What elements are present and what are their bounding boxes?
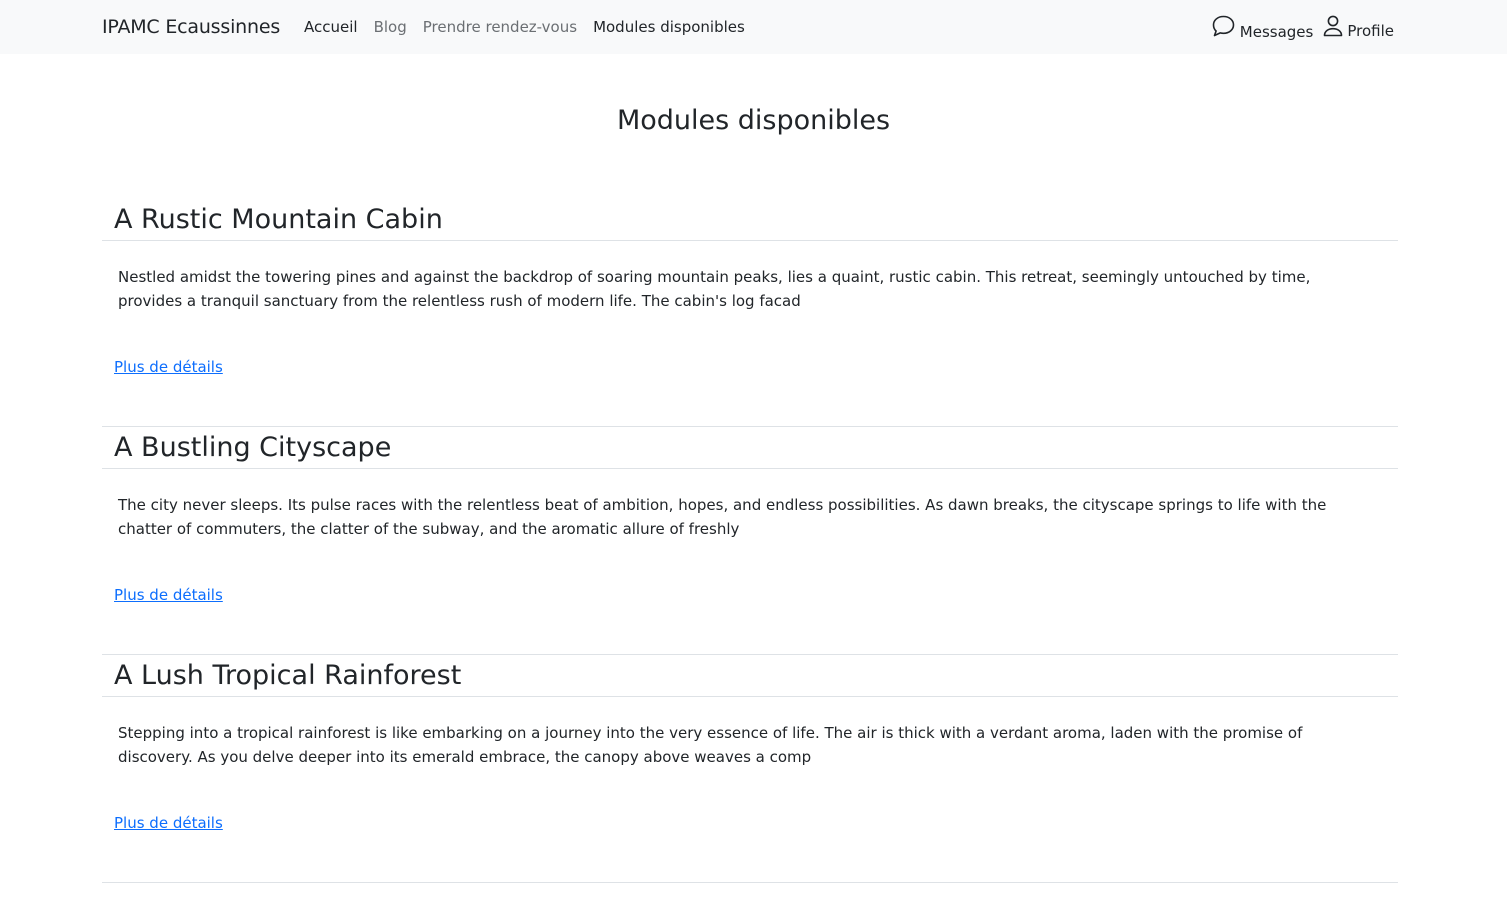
nav-link-blog[interactable]: Blog — [374, 18, 407, 36]
module-title: A Lush Tropical Rainforest — [102, 655, 1398, 697]
module-title: A Bustling Cityscape — [102, 427, 1398, 469]
module-description: The city never sleeps. Its pulse races w… — [118, 496, 1327, 538]
modules-list: A Rustic Mountain Cabin Nestled amidst t… — [102, 199, 1398, 883]
module-description: Nestled amidst the towering pines and ag… — [118, 268, 1311, 310]
module-card: A Bustling Cityscape The city never slee… — [102, 427, 1398, 655]
nav-links: Accueil Blog Prendre rendez-vous Modules… — [304, 18, 745, 36]
module-card: A Lush Tropical Rainforest Stepping into… — [102, 655, 1398, 883]
top-navbar: IPAMC Ecaussinnes Accueil Blog Prendre r… — [0, 0, 1507, 54]
module-card: A Rustic Mountain Cabin Nestled amidst t… — [102, 199, 1398, 427]
nav-link-accueil[interactable]: Accueil — [304, 18, 358, 36]
profile-link[interactable]: Profile — [1323, 15, 1394, 40]
nav-link-modules[interactable]: Modules disponibles — [593, 18, 745, 36]
profile-label: Profile — [1347, 22, 1394, 40]
navbar-brand[interactable]: IPAMC Ecaussinnes — [102, 16, 280, 38]
details-link[interactable]: Plus de détails — [114, 586, 223, 604]
details-link[interactable]: Plus de détails — [114, 358, 223, 376]
messages-link[interactable]: Messages — [1211, 14, 1314, 41]
chat-bubble-icon — [1211, 14, 1236, 38]
nav-link-rendez-vous[interactable]: Prendre rendez-vous — [423, 18, 577, 36]
module-description: Stepping into a tropical rainforest is l… — [118, 724, 1303, 766]
details-link[interactable]: Plus de détails — [114, 814, 223, 832]
messages-label: Messages — [1239, 23, 1314, 41]
page-title: Modules disponibles — [616, 105, 891, 136]
module-title: A Rustic Mountain Cabin — [102, 199, 1398, 241]
nav-right: Messages Profile — [1211, 14, 1394, 41]
person-icon — [1323, 15, 1343, 37]
